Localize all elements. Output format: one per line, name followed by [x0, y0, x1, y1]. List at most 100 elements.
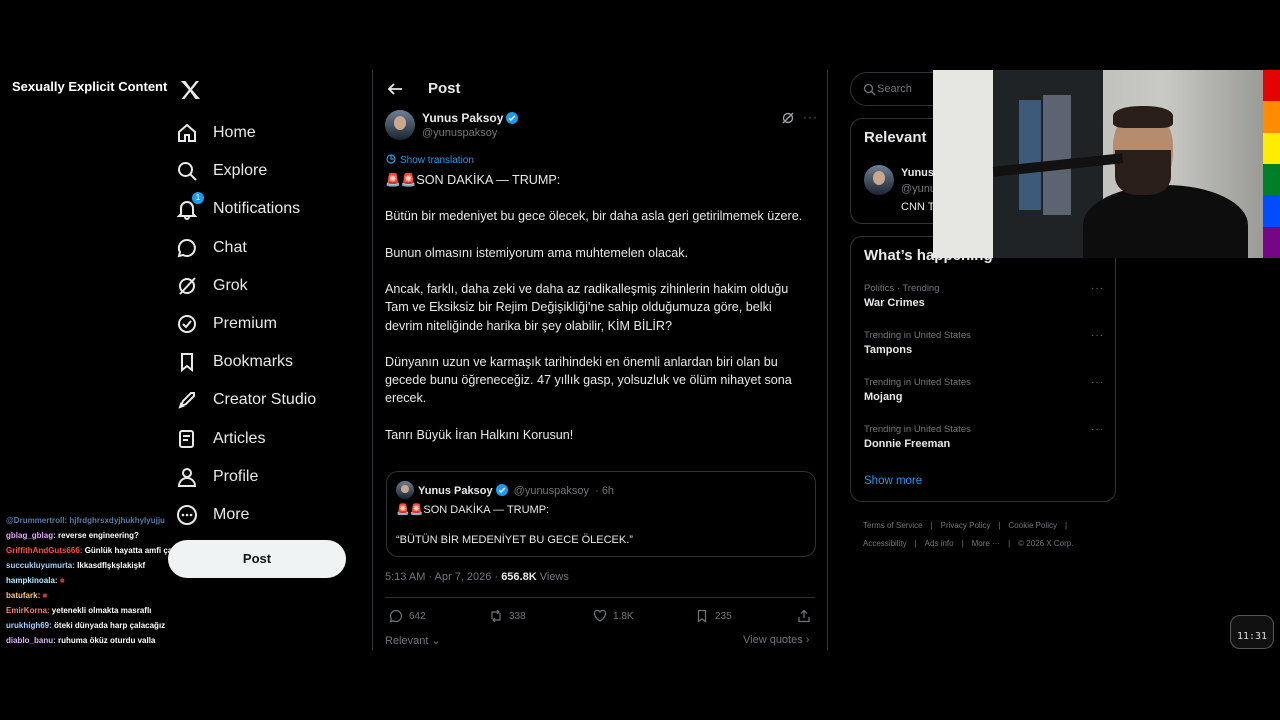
post-detail-column: Post Yunus Paksoy @yunuspaksoy ··· Show …	[372, 70, 828, 650]
repost-button[interactable]: 338	[489, 609, 526, 623]
chat-message: EmirKorna: yetenekli olmakta masraflı	[6, 603, 196, 618]
footer-link[interactable]: Accessibility	[863, 539, 907, 548]
nav-item-premium[interactable]: Premium	[176, 305, 366, 343]
show-more-link[interactable]: Show more	[864, 475, 922, 487]
quote-timestamp: · 6h	[595, 485, 615, 497]
chat-text: ■	[59, 576, 65, 585]
relevant-person-handle: @yunu	[901, 183, 937, 195]
webcam-door	[933, 70, 993, 258]
webcam-overlay	[933, 70, 1263, 258]
footer-links: Terms of Service | Privacy Policy | Cookie P…	[863, 517, 1113, 553]
footer-separator: |	[1008, 539, 1011, 548]
webcam-person-hair	[1113, 106, 1173, 128]
footer-link[interactable]: Ads info	[925, 539, 954, 548]
nav-item-profile[interactable]: Profile	[176, 458, 366, 496]
post-button[interactable]: Post	[168, 540, 346, 578]
like-count: 1.8K	[613, 610, 634, 622]
nav-item-label: Bookmarks	[213, 353, 294, 371]
footer-separator: |	[930, 521, 933, 530]
chat-username: urukhigh69:	[6, 621, 52, 630]
footer-separator: |	[961, 539, 964, 548]
author-avatar[interactable]	[385, 110, 415, 140]
repost-icon	[491, 609, 501, 623]
nav-item-explore[interactable]: Explore	[176, 152, 366, 190]
nav-item-creator-studio[interactable]: Creator Studio	[176, 381, 366, 419]
person-icon	[176, 466, 198, 488]
search-icon	[863, 83, 876, 96]
nav-item-label: Premium	[213, 315, 278, 333]
trend-item[interactable]: Trending in United States Mojang ···	[864, 377, 1104, 413]
x-logo-icon[interactable]	[178, 78, 202, 102]
footer-row: Accessibility | Ads info | More ··· | © 2026 X…	[863, 535, 1113, 553]
nav-item-chat[interactable]: Chat	[176, 229, 366, 267]
like-button[interactable]: 1.8K	[593, 609, 634, 623]
chat-message: gblag_gblag: reverse engineering?	[6, 528, 196, 543]
show-translation-link[interactable]: Show translation	[386, 154, 474, 166]
footer-link[interactable]: Privacy Policy	[941, 521, 991, 530]
rocket-icon	[176, 389, 198, 411]
view-quotes-link[interactable]: View quotes ›	[743, 634, 809, 646]
primary-nav: Home Explore 1 Notifications Chat Grok P…	[176, 114, 366, 534]
show-translation-text: Show translation	[400, 155, 474, 166]
reply-icon	[389, 609, 403, 623]
more-options-icon[interactable]: ···	[803, 110, 818, 124]
trend-item[interactable]: Politics · Trending War Crimes ···	[864, 283, 1104, 319]
chat-username: EmirKorna:	[6, 606, 50, 615]
trend-more-icon[interactable]: ···	[1091, 377, 1104, 388]
webcam-shirt	[1043, 95, 1071, 215]
verified-badge-icon	[506, 112, 519, 124]
content-warning-label: Sexually Explicit Content	[6, 76, 182, 98]
quote-text: “BÜTÜN BİR MEDENİYET BU GECE ÖLECEK.”	[396, 534, 633, 546]
share-button[interactable]	[797, 609, 817, 623]
post-timestamp[interactable]: 5:13 AM · Apr 7, 2026 ·	[385, 571, 498, 583]
trend-item[interactable]: Trending in United States Tampons ···	[864, 330, 1104, 366]
copyright: © 2026 X Corp.	[1018, 539, 1074, 548]
quote-text: 🚨🚨SON DAKİKA — TRUMP:	[396, 504, 550, 516]
whats-happening-card: What’s happening Politics · Trending War…	[850, 236, 1116, 502]
quoted-post[interactable]: Yunus Paksoy @yunuspaksoy · 6h 🚨🚨SON DAK…	[386, 471, 816, 557]
trend-context: Trending in United States	[864, 377, 971, 388]
bookmark-icon	[697, 609, 707, 623]
nav-item-grok[interactable]: Grok	[176, 267, 366, 305]
relevant-person-avatar[interactable]	[864, 165, 894, 195]
nav-item-articles[interactable]: Articles	[176, 420, 366, 458]
post-paragraph: Bunun olmasını istemiyorum ama muhtemele…	[385, 245, 689, 260]
nav-item-label: More	[213, 505, 250, 523]
chat-message: hampkinoala: ■	[6, 573, 196, 588]
chat-text: Ikkasdflşkşlakişkf	[77, 561, 146, 570]
trend-item[interactable]: Trending in United States Donnie Freeman…	[864, 424, 1104, 460]
notification-badge: 1	[192, 192, 204, 205]
bookmark-button[interactable]: 235	[695, 609, 732, 623]
trend-more-icon[interactable]: ···	[1091, 424, 1104, 435]
nav-item-label: Grok	[213, 276, 248, 294]
footer-separator: |	[998, 521, 1001, 530]
nav-item-home[interactable]: Home	[176, 114, 366, 152]
reply-sort-label: Relevant	[385, 635, 429, 647]
trend-more-icon[interactable]: ···	[1091, 330, 1104, 341]
nav-item-more[interactable]: More	[176, 496, 366, 534]
author-name[interactable]: Yunus Paksoy	[422, 111, 519, 125]
trend-name: Tampons	[864, 344, 913, 356]
heart-icon	[593, 609, 607, 622]
reply-button[interactable]: 642	[389, 609, 426, 623]
footer-link[interactable]: More ···	[972, 539, 1000, 548]
footer-link[interactable]: Terms of Service	[863, 521, 923, 530]
trend-more-icon[interactable]: ···	[1091, 283, 1104, 294]
bell-icon: 1	[176, 192, 204, 221]
verified-badge-icon	[495, 484, 508, 496]
rainbow-bar	[1263, 70, 1280, 258]
reply-sort-dropdown[interactable]: Relevant ⌄	[385, 634, 441, 647]
nav-item-label: Creator Studio	[213, 391, 317, 409]
grok-icon[interactable]	[781, 111, 795, 125]
nav-item-bookmarks[interactable]: Bookmarks	[176, 343, 366, 381]
back-arrow-icon[interactable]	[387, 81, 403, 97]
footer-link[interactable]: Cookie Policy	[1009, 521, 1057, 530]
nav-item-notifications[interactable]: 1 Notifications	[176, 190, 366, 228]
repost-count: 338	[509, 610, 526, 622]
post-actions: 642 338 1.8K 235	[385, 609, 815, 629]
author-name-text: Yunus Paksoy	[422, 111, 504, 125]
search-icon	[176, 160, 198, 182]
author-handle[interactable]: @yunuspaksoy	[422, 127, 497, 139]
quote-author-name: Yunus Paksoy	[418, 485, 493, 497]
relevant-person-name[interactable]: Yunus	[901, 167, 934, 179]
